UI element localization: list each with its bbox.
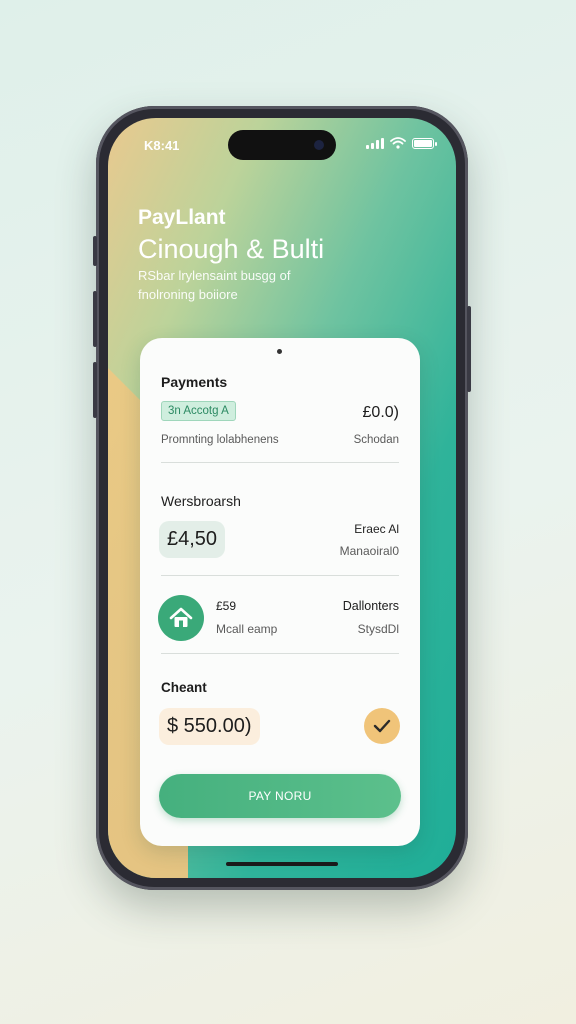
home-icon[interactable] — [158, 595, 204, 641]
pay-now-button[interactable]: PAY NORU — [159, 774, 401, 818]
payment-card: Payments 3n Accotg A £0.0) Promnting lol… — [140, 338, 420, 846]
home-indicator[interactable] — [226, 862, 338, 866]
payments-description: Promnting lolabhenens — [161, 434, 279, 446]
section2-title: Wersbroarsh — [161, 493, 241, 509]
payments-amount: £0.0) — [362, 404, 399, 421]
account-tag[interactable]: 3n Accotg A — [161, 401, 236, 421]
section4-amount[interactable]: $ 550.00) — [159, 708, 260, 745]
section3-label: Mcall eamp — [216, 622, 278, 636]
payments-status: Schodan — [353, 434, 399, 446]
section2-amount[interactable]: £4,50 — [159, 521, 226, 558]
status-icons — [366, 137, 437, 149]
phone-screen: K8:41 PayLlant Cinough & Bulti RSbar lry… — [108, 118, 456, 878]
dynamic-island — [228, 130, 336, 160]
mute-switch — [93, 236, 97, 266]
payments-title: Payments — [161, 374, 228, 390]
app-name: PayLlant — [138, 206, 226, 229]
section3-amount: £59 — [216, 599, 237, 613]
front-camera-icon — [314, 140, 324, 150]
section3-right-sub: StysdDl — [357, 622, 399, 636]
battery-icon — [412, 137, 437, 149]
volume-down-button — [93, 362, 97, 418]
page-subtext: RSbar lrylensaint busgg of fnolroning bo… — [138, 268, 291, 302]
check-icon[interactable] — [364, 708, 400, 744]
section3-right-label: Dallonters — [342, 599, 399, 613]
section2-right-sub: Manaoiral0 — [339, 544, 399, 558]
section2-right-label: Eraec Al — [354, 522, 399, 536]
signal-icon — [366, 137, 384, 149]
divider — [161, 462, 399, 463]
section4-title: Cheant — [161, 680, 207, 695]
page-headline: Cinough & Bulti — [138, 234, 325, 264]
power-button — [467, 306, 471, 392]
card-indicator-dot — [277, 349, 282, 354]
wifi-icon — [390, 137, 406, 149]
volume-up-button — [93, 291, 97, 347]
status-time: K8:41 — [144, 138, 180, 153]
phone-frame: K8:41 PayLlant Cinough & Bulti RSbar lry… — [93, 106, 471, 890]
divider — [161, 653, 399, 654]
divider — [161, 575, 399, 576]
